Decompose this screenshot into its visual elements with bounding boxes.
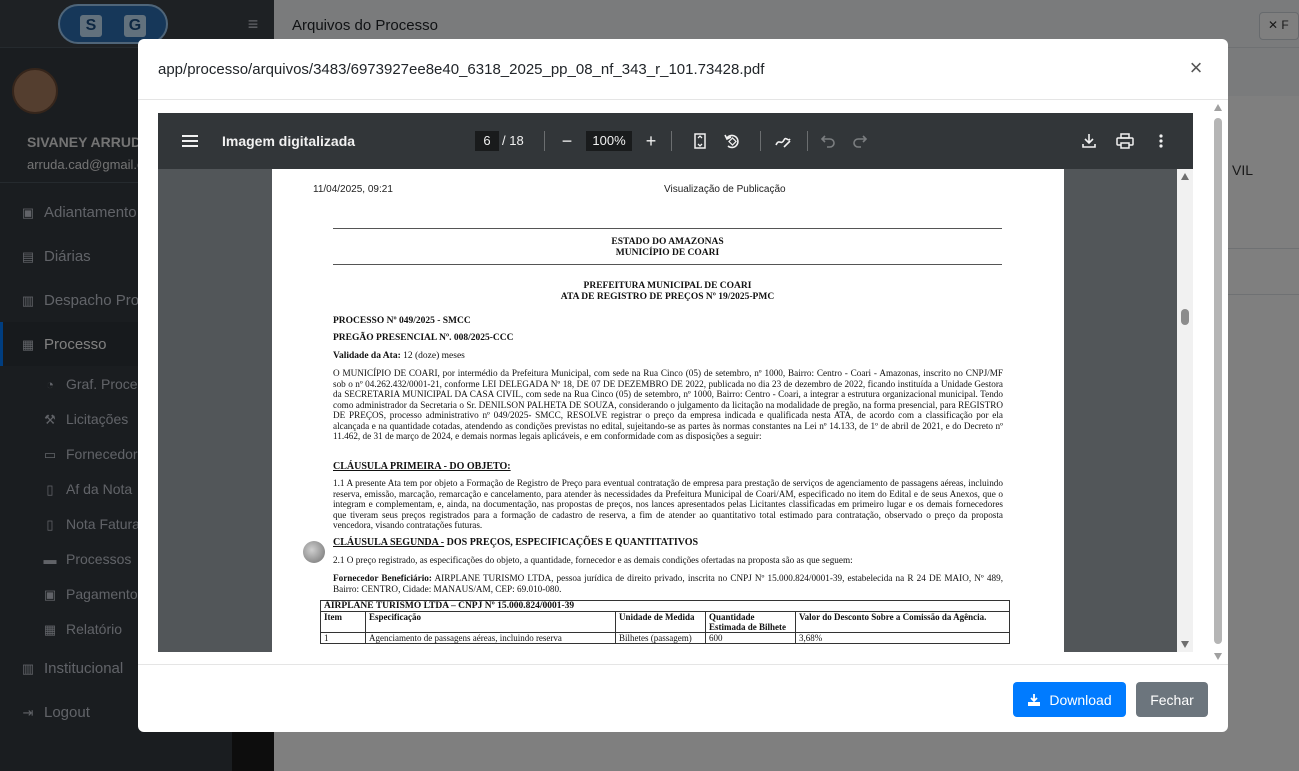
scroll-down-icon[interactable] (1214, 653, 1222, 660)
state-heading: ESTADO DO AMAZONAS (611, 237, 724, 247)
table-cell: 1 (320, 632, 366, 644)
scan-mark (303, 541, 325, 563)
download-label: Download (1049, 691, 1112, 708)
table-cell: 600 (705, 632, 796, 644)
more-vert-icon (1159, 134, 1163, 148)
validade-line: Validade da Ata: 12 (doze) meses (333, 351, 465, 361)
file-modal: app/processo/arquivos/3483/6973927ee8e40… (138, 39, 1228, 732)
annotate-button[interactable] (771, 129, 795, 153)
download-icon (1082, 134, 1096, 148)
table-header: Especificação (365, 611, 616, 633)
zoom-input[interactable]: 100% (586, 131, 632, 151)
download-button[interactable]: Download (1013, 682, 1126, 717)
toolbar-divider (671, 131, 672, 151)
fechar-button[interactable]: Fechar (1136, 682, 1208, 717)
fechar-label: Fechar (1150, 691, 1194, 708)
fornecedor-text: AIRPLANE TURISMO LTDA, pessoa jurídica d… (333, 573, 1003, 594)
modal-title: app/processo/arquivos/3483/6973927ee8e40… (158, 61, 765, 78)
prefeitura-heading: PREFEITURA MUNICIPAL DE COARI (583, 281, 752, 291)
scroll-thumb[interactable] (1181, 309, 1189, 325)
table-header: Quantidade Estimada de Bilhete (705, 611, 796, 633)
pen-icon (775, 137, 791, 148)
modal-body: Imagem digitalizada 6 / 18 − 100% + 11/0… (138, 100, 1228, 664)
pdf-title: Imagem digitalizada (222, 133, 356, 149)
scroll-up-icon[interactable] (1181, 173, 1189, 180)
page-total: / 18 (502, 133, 524, 148)
modal-header: app/processo/arquivos/3483/6973927ee8e40… (138, 39, 1228, 100)
close-icon: × (1189, 55, 1203, 80)
fit-page-button[interactable] (688, 129, 712, 153)
pdf-viewer: Imagem digitalizada 6 / 18 − 100% + 11/0… (158, 113, 1193, 652)
rotate-icon (724, 134, 739, 149)
redo-icon (853, 135, 868, 148)
undo-icon (820, 135, 835, 148)
pricing-table: AIRPLANE TURISMO LTDA – CNPJ Nº 15.000.8… (320, 600, 1010, 644)
pdf-page-area: 11/04/2025, 09:21 Visualização de Public… (158, 169, 1193, 652)
toolbar-divider (760, 131, 761, 151)
intro-paragraph: O MUNICÍPIO DE COARI, por intermédio da … (333, 368, 1003, 441)
toolbar-divider (807, 131, 808, 151)
table-cell: 3,68% (795, 632, 1010, 644)
table-header: Item (320, 611, 366, 633)
toolbar-divider (544, 131, 545, 151)
table-header-row: Item Especificação Unidade de Medida Qua… (320, 611, 1010, 633)
minus-icon: − (561, 130, 573, 151)
table-caption: AIRPLANE TURISMO LTDA – CNPJ Nº 15.000.8… (320, 600, 1010, 612)
validade-value: 12 (doze) meses (400, 351, 465, 361)
pregao-line: PREGÃO PRESENCIAL Nº. 008/2025-CCC (333, 333, 514, 343)
processo-line: PROCESSO Nº 049/2025 - SMCC (333, 316, 471, 326)
modal-scrollbar[interactable] (1212, 102, 1224, 662)
table-header: Unidade de Medida (615, 611, 706, 633)
table-cell: Bilhetes (passagem) (615, 632, 706, 644)
undo-button[interactable] (816, 129, 840, 153)
zoom-in-button[interactable]: + (639, 129, 663, 153)
table-header: Valor do Desconto Sobre a Comissão da Ag… (795, 611, 1010, 633)
zoom-out-button[interactable]: − (555, 129, 579, 153)
more-options-button[interactable] (1149, 129, 1173, 153)
print-icon (1116, 133, 1134, 149)
clausula-segunda-heading: CLÁUSULA SEGUNDA - DOS PREÇOS, ESPECIFIC… (333, 537, 698, 548)
print-button[interactable] (1113, 129, 1137, 153)
modal-footer: Download Fechar (138, 664, 1228, 732)
fornecedor-paragraph: Fornecedor Beneficiário: AIRPLANE TURISM… (333, 573, 1003, 594)
download-icon (1028, 693, 1041, 706)
pdf-toolbar: Imagem digitalizada 6 / 18 − 100% + (158, 113, 1193, 169)
table-cell: Agenciamento de passagens aéreas, inclui… (365, 632, 616, 644)
rotate-button[interactable] (720, 129, 744, 153)
clausula-primeira-text: 1.1 A presente Ata tem por objeto a Form… (333, 478, 1003, 530)
scroll-thumb[interactable] (1214, 118, 1222, 644)
divider (333, 264, 1002, 265)
scroll-down-icon[interactable] (1181, 641, 1189, 648)
plus-icon: + (645, 130, 657, 151)
fornecedor-label: Fornecedor Beneficiário: (333, 573, 432, 583)
pdf-download-button[interactable] (1077, 129, 1101, 153)
ata-heading: ATA DE REGISTRO DE PREÇOS Nº 19/2025-PMC (560, 292, 775, 302)
divider (333, 228, 1002, 229)
validade-label: Validade da Ata: (333, 351, 401, 361)
clausula-segunda-title: CLÁUSULA SEGUNDA - (333, 537, 445, 548)
pdf-scrollbar[interactable] (1177, 169, 1193, 652)
clausula-primeira-heading: CLÁUSULA PRIMEIRA - DO OBJETO: (333, 461, 511, 472)
clausula-segunda-text: 2.1 O preço registrado, as especificaçõe… (333, 555, 853, 565)
menu-button[interactable] (180, 131, 200, 151)
clausula-segunda-subtitle: DOS PREÇOS, ESPECIFICAÇÕES E QUANTITATIV… (444, 537, 699, 548)
clausula-primeira-title: CLÁUSULA PRIMEIRA - DO OBJETO: (333, 461, 511, 472)
scroll-up-icon[interactable] (1214, 104, 1222, 111)
page-number-input[interactable]: 6 (475, 131, 499, 151)
table-caption-row: AIRPLANE TURISMO LTDA – CNPJ Nº 15.000.8… (320, 600, 1010, 612)
print-title: Visualização de Publicação (664, 184, 786, 195)
fit-page-icon (694, 133, 706, 149)
redo-button[interactable] (848, 129, 872, 153)
print-date: 11/04/2025, 09:21 (313, 184, 393, 195)
table-row: 1 Agenciamento de passagens aéreas, incl… (320, 632, 1010, 644)
menu-icon (182, 135, 198, 147)
pdf-page: 11/04/2025, 09:21 Visualização de Public… (272, 169, 1064, 652)
modal-close-button[interactable]: × (1184, 57, 1208, 81)
municipality-heading: MUNICÍPIO DE COARI (615, 248, 720, 258)
